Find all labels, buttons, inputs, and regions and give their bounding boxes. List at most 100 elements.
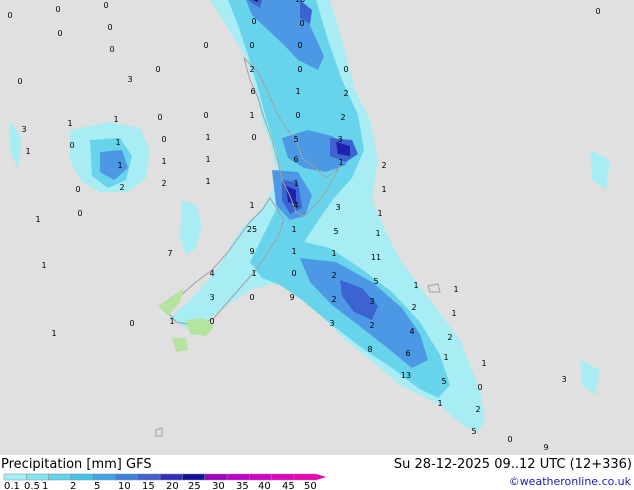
color-scale-box [204, 473, 228, 481]
map-value-label: 0 [55, 5, 60, 14]
color-scale-label: 50 [304, 481, 317, 490]
map-value-label: 1 [205, 177, 210, 186]
map-value-label: 2 [447, 333, 452, 342]
map-value-label: 1 [293, 179, 298, 188]
map-value-label: 0 [103, 1, 108, 10]
map-value-label: 2 [331, 271, 336, 280]
map-value-label: 7 [167, 249, 172, 258]
map-value-label: 1 [481, 359, 486, 368]
map-value-label: 4 [253, 0, 258, 4]
map-value-label: 1 [381, 185, 386, 194]
map-value-label: 1 [331, 249, 336, 258]
map-value-label: 0 [343, 65, 348, 74]
map-value-label: 5 [293, 135, 298, 144]
color-scale-box [48, 473, 72, 481]
map-value-label: 1 [25, 147, 30, 156]
color-scale-box [271, 473, 295, 481]
credit-link[interactable]: ©weatheronline.co.uk [509, 475, 631, 489]
map-value-label: 0 [249, 41, 254, 50]
map-value-label: 1 [205, 155, 210, 164]
map-value-label: 4 [409, 327, 414, 336]
map-value-label: 0 [507, 435, 512, 444]
map-value-label: 0 [249, 293, 254, 302]
map-value-label: 6 [293, 155, 298, 164]
map-value-label: 16 [295, 0, 305, 4]
color-scale-label: 1 [42, 481, 48, 490]
map-value-label: 0 [203, 41, 208, 50]
color-scale-label: 45 [282, 481, 295, 490]
color-scale-box [92, 473, 116, 481]
map-value-label: 5 [333, 227, 338, 236]
map-value-label: 11 [371, 253, 381, 262]
model-name: GFS [126, 457, 152, 472]
color-scale-box [70, 473, 94, 481]
map-value-label: 3 [127, 75, 132, 84]
color-scale-arrow [316, 474, 327, 480]
map-value-label: 1 [453, 285, 458, 294]
color-scale-box [249, 473, 272, 481]
map-value-label: 1 [413, 281, 418, 290]
map-value-label: 3 [337, 135, 342, 144]
map-value-label: 1 [115, 138, 120, 147]
map-value-label: 1 [291, 225, 296, 234]
map-value-label: 3 [369, 297, 374, 306]
color-scale-box [115, 473, 139, 481]
map-value-label: 0 [157, 113, 162, 122]
map-value-label: 1 [117, 161, 122, 170]
color-scale-label: 15 [142, 481, 155, 490]
map-value-label: 1 [251, 269, 256, 278]
map-value-label: 1 [35, 215, 40, 224]
map-value-label: 6 [405, 349, 410, 358]
legend-title: Precipitation [mm] GFS [1, 458, 152, 472]
map-value-label: 2 [331, 295, 336, 304]
color-scale-labels: 0.1 0.5 1 2 5 10 15 20 25 30 35 40 45 50 [4, 481, 317, 490]
color-scale-label: 2 [70, 481, 76, 490]
map-value-label: 2 [119, 183, 124, 192]
map-value-label: 1 [451, 309, 456, 318]
map-value-label: 1 [443, 353, 448, 362]
map-value-label: 2 [249, 65, 254, 74]
color-scale-label: 0.1 [4, 481, 20, 490]
map-value-label: 3 [329, 319, 334, 328]
color-scale-label: 25 [188, 481, 201, 490]
map-value-label: 0 [161, 135, 166, 144]
map-value-label: 5 [471, 427, 476, 436]
color-scale-box [293, 473, 317, 481]
map-value-label: 3 [335, 203, 340, 212]
map-value-label: 1 [295, 87, 300, 96]
map-value-label: 1 [41, 261, 46, 270]
map-value-label: 0 [251, 17, 256, 26]
map-value-label: 9 [249, 247, 254, 256]
precipitation-map: 00 0000001 1 0 000 111 1 12 2 11 006 12 00 0010011100… [0, 0, 634, 455]
map-value-label: 1 [249, 111, 254, 120]
map-value-label: 1 [205, 133, 210, 142]
map-value-label: 6 [250, 87, 255, 96]
map-value-label: 5 [441, 377, 446, 386]
map-value-label: 4 [293, 201, 298, 210]
map-value-label: 2 [475, 405, 480, 414]
map-value-label: 0 [251, 133, 256, 142]
map-value-label: 0 [291, 269, 296, 278]
map-value-label: 2 [161, 179, 166, 188]
map-value-label: 0 [129, 319, 134, 328]
map-value-label: 1 [377, 209, 382, 218]
map-value-label: 8 [367, 345, 372, 354]
map-value-label: 1 [161, 157, 166, 166]
valid-datetime: Su 28-12-2025 09..12 UTC (12+336) [393, 457, 632, 472]
map-value-label: 3 [561, 375, 566, 384]
map-value-label: 0 [75, 185, 80, 194]
map-value-label: 0 [295, 111, 300, 120]
map-value-label: 0 [297, 65, 302, 74]
map-value-label: 0 [17, 77, 22, 86]
color-scale-box [26, 473, 49, 481]
map-value-label: 1 [67, 119, 72, 128]
map-value-label: 9 [289, 293, 294, 302]
map-value-label: 2 [381, 161, 386, 170]
color-scale-box [226, 473, 250, 481]
color-scale-box [182, 473, 205, 481]
map-value-label: 9 [543, 443, 548, 452]
map-value-label: 0 [155, 65, 160, 74]
map-value-label: 0 [77, 209, 82, 218]
color-scale-box [3, 473, 27, 481]
map-value-label: 0 [57, 29, 62, 38]
